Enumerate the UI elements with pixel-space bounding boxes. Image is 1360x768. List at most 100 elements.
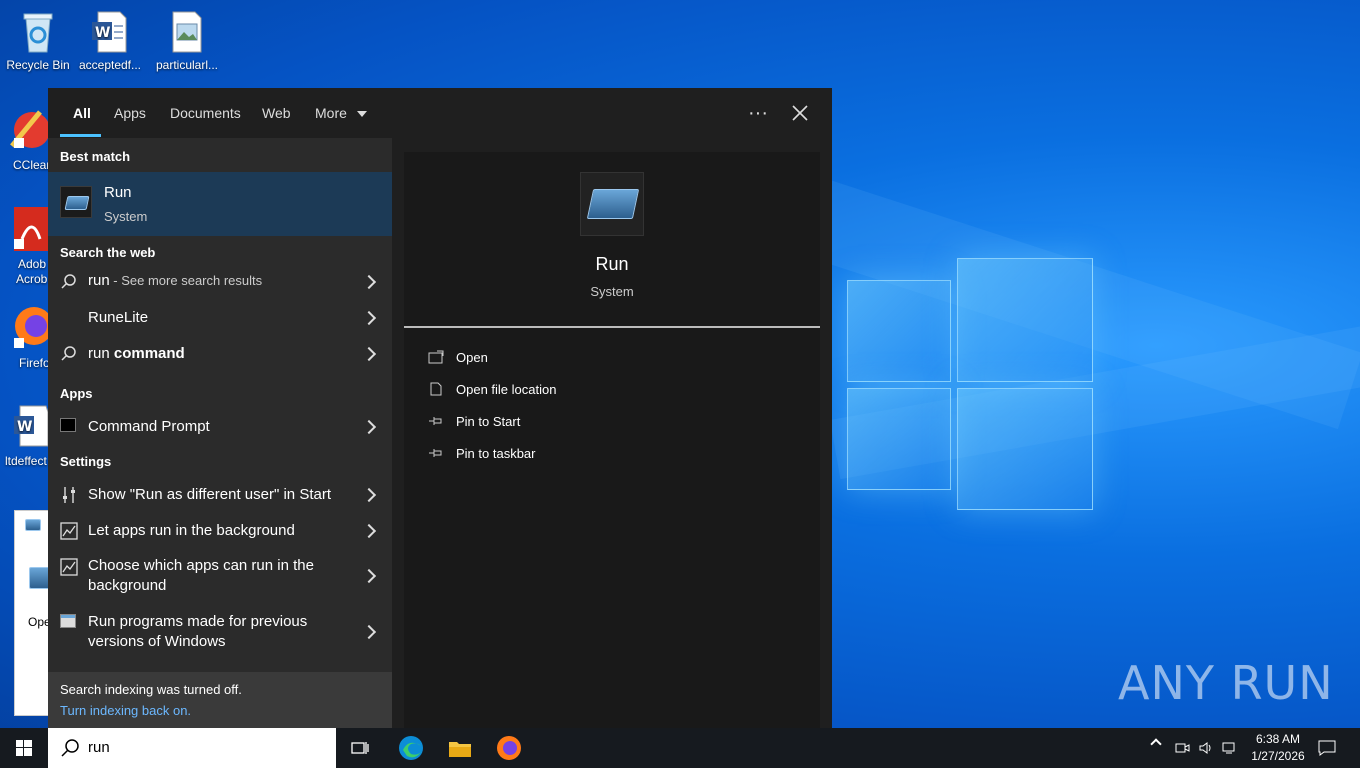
- task-view-icon[interactable]: [346, 734, 374, 762]
- clock-date: 1/27/2026: [1251, 749, 1305, 763]
- tab-active-indicator: [60, 134, 101, 137]
- tab-documents[interactable]: Documents: [170, 88, 241, 138]
- desktop-icon-label: Recycle Bin: [6, 58, 70, 72]
- desktop-icon-label: particularl...: [155, 58, 219, 72]
- notification-icon: [1318, 740, 1336, 756]
- tab-more[interactable]: More: [315, 88, 367, 138]
- action-label: Open file location: [456, 382, 557, 397]
- word-document-icon: W: [90, 10, 130, 54]
- pin-icon: [429, 417, 442, 425]
- setting-background-apps[interactable]: Let apps run in the background: [48, 514, 392, 548]
- action-label: Pin to taskbar: [456, 446, 536, 461]
- search-icon: [61, 346, 76, 361]
- app-result-label: Command Prompt: [88, 418, 210, 435]
- desktop-icon-word-doc[interactable]: W acceptedf...: [72, 4, 148, 72]
- clock-time: 6:38 AM: [1255, 732, 1301, 746]
- chevron-up-icon[interactable]: [1150, 738, 1162, 750]
- recycle-bin-icon: [18, 10, 58, 54]
- desktop-icon-adobe[interactable]: Adob Acrob: [0, 205, 50, 286]
- desktop-icon-recycle-bin[interactable]: Recycle Bin: [0, 4, 76, 72]
- best-match-run[interactable]: Run System: [48, 172, 392, 236]
- file-location-icon: [430, 382, 442, 396]
- setting-label: Let apps run in the background: [88, 522, 295, 539]
- search-input-value: run: [88, 739, 110, 756]
- volume-icon[interactable]: [1198, 740, 1214, 756]
- chevron-right-icon: [361, 624, 377, 640]
- taskbar: run 6:38 AM 1/27/2026: [0, 728, 1360, 768]
- chevron-right-icon: [361, 487, 377, 503]
- desktop-icon-label: acceptedf...: [78, 58, 142, 72]
- web-result-bold: command: [109, 345, 185, 362]
- anyrun-watermark: ANY RUN: [1118, 656, 1334, 710]
- desktop-icon-firefox[interactable]: Firefo: [0, 302, 53, 370]
- start-button[interactable]: [0, 728, 48, 768]
- run-icon: [60, 186, 92, 218]
- search-tabs: All Apps Documents Web More ···: [48, 88, 832, 138]
- command-prompt-icon: [60, 418, 76, 432]
- run-icon: [580, 172, 644, 236]
- desktop-icon-label: ltdeffect: [5, 454, 47, 468]
- chevron-right-icon: [361, 310, 377, 326]
- app-result-command-prompt[interactable]: Command Prompt: [48, 410, 392, 444]
- desktop-icon-label: CClear: [13, 158, 51, 172]
- web-result-runelite[interactable]: RuneLite: [48, 300, 392, 334]
- notifications-button[interactable]: [1318, 728, 1338, 768]
- edge-icon[interactable]: [397, 734, 425, 762]
- setting-label: Choose which apps can run in the backgro…: [88, 557, 314, 594]
- tab-all[interactable]: All: [73, 88, 91, 138]
- clock[interactable]: 6:38 AM 1/27/2026: [1246, 728, 1310, 768]
- meet-now-icon[interactable]: [1174, 740, 1190, 756]
- desktop-icon-image-file[interactable]: particularl...: [149, 4, 225, 72]
- web-result-run-command[interactable]: run command: [48, 336, 392, 370]
- chevron-right-icon: [361, 346, 377, 362]
- chevron-down-icon: [356, 111, 367, 118]
- preview-pane: Run System Open Open file location Pin t…: [404, 152, 820, 728]
- setting-label: Run programs made for previous versions …: [88, 613, 308, 650]
- word-document-icon: W: [14, 405, 49, 447]
- background-apps-icon: [60, 558, 78, 576]
- best-match-title: Run: [104, 184, 132, 201]
- settings-sliders-icon: [63, 487, 75, 503]
- indexing-notice-text: Search indexing was turned off.: [60, 682, 242, 697]
- web-result-run[interactable]: run - See more search results: [48, 264, 392, 298]
- desktop-icon-label: Acrob: [16, 272, 48, 286]
- tab-apps[interactable]: Apps: [114, 88, 146, 138]
- network-icon[interactable]: [1222, 740, 1238, 756]
- turn-indexing-on-link[interactable]: Turn indexing back on.: [60, 703, 380, 718]
- section-best-match: Best match: [60, 149, 131, 164]
- section-settings: Settings: [60, 454, 112, 469]
- setting-compatibility[interactable]: Run programs made for previous versions …: [48, 606, 392, 658]
- desktop-icon-ccleaner[interactable]: CClear: [0, 106, 50, 172]
- run-icon: [25, 519, 41, 531]
- adobe-acrobat-icon: [14, 207, 50, 251]
- windows-logo-icon: [16, 740, 32, 756]
- svg-text:W: W: [17, 419, 32, 435]
- firefox-icon: [14, 307, 53, 348]
- search-icon: [61, 739, 79, 757]
- divider: [404, 326, 820, 328]
- search-panel: All Apps Documents Web More ··· Best mat…: [48, 88, 832, 728]
- section-apps: Apps: [60, 386, 93, 401]
- pin-icon: [429, 449, 442, 457]
- more-options-icon[interactable]: ···: [746, 101, 770, 125]
- desktop-icon-label: Adob: [18, 257, 47, 271]
- background-apps-icon: [60, 522, 78, 540]
- section-search-web: Search the web: [60, 245, 156, 260]
- web-result-query: run: [88, 272, 110, 289]
- close-icon[interactable]: [788, 101, 812, 125]
- file-explorer-icon[interactable]: [446, 734, 474, 762]
- setting-label: Show "Run as different user" in Start: [88, 486, 331, 503]
- firefox-icon[interactable]: [495, 734, 523, 762]
- svg-text:W: W: [95, 25, 110, 41]
- search-icon: [61, 274, 76, 289]
- desktop-icon-label: Firefo: [19, 356, 50, 370]
- setting-run-as-different-user[interactable]: Show "Run as different user" in Start: [48, 478, 392, 512]
- setting-choose-background-apps[interactable]: Choose which apps can run in the backgro…: [48, 550, 392, 602]
- web-result-query: run: [88, 345, 110, 362]
- tab-web[interactable]: Web: [262, 88, 291, 138]
- desktop-icon-ltdeffect[interactable]: W ltdeffect: [0, 404, 50, 468]
- preview-title: Run: [595, 254, 629, 274]
- chevron-right-icon: [361, 419, 377, 435]
- taskbar-search-box[interactable]: run: [48, 728, 336, 768]
- preview-subtitle: System: [590, 284, 634, 299]
